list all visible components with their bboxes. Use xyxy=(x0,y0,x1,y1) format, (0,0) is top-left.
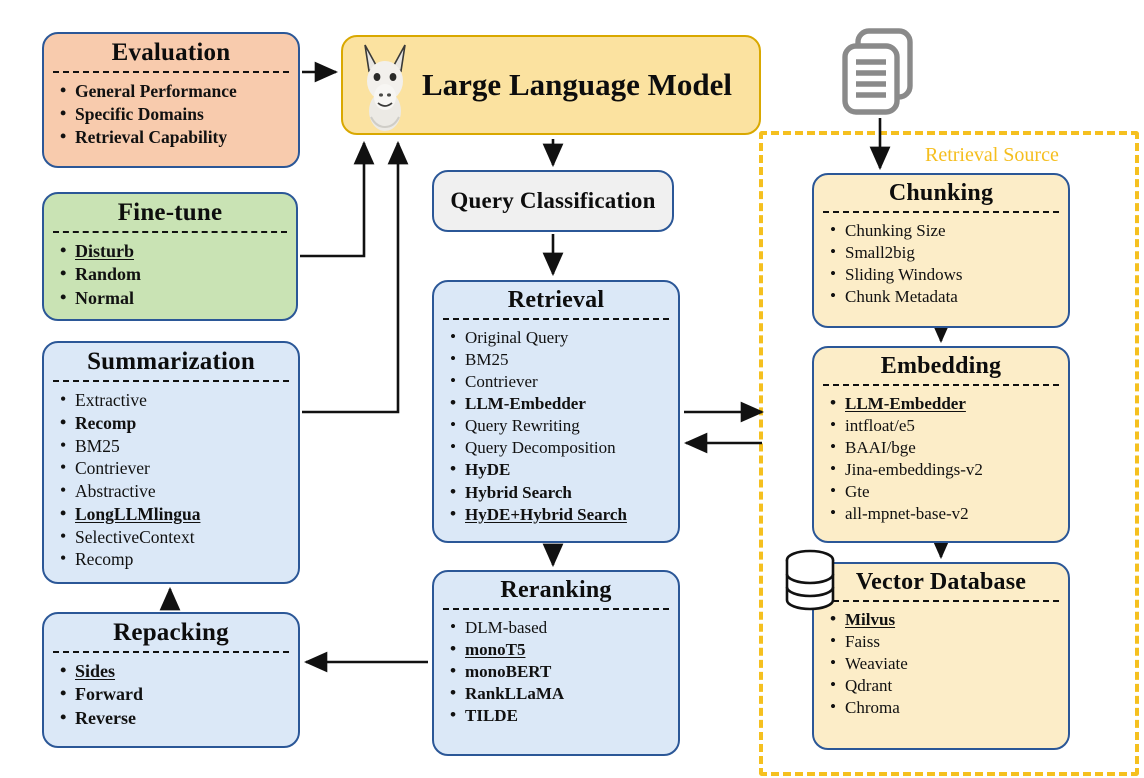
reranking-title: Reranking xyxy=(500,577,612,603)
list-item: Milvus xyxy=(828,608,1062,631)
database-cylinder-icon xyxy=(785,549,835,611)
chunking-item-list: Chunking Size Small2big Sliding Windows … xyxy=(828,219,1062,308)
llama-icon xyxy=(364,44,406,131)
list-item: Query Rewriting xyxy=(448,414,672,437)
list-item: Recomp xyxy=(58,547,292,571)
list-item: Small2big xyxy=(828,241,1062,264)
list-item: Disturb xyxy=(58,239,290,263)
documents-stack-icon xyxy=(842,28,913,115)
list-item: all-mpnet-base-v2 xyxy=(828,502,1062,525)
retrieval-title: Retrieval xyxy=(507,287,605,313)
vector-database-item-list: Milvus Faiss Weaviate Qdrant Chroma xyxy=(828,608,1062,719)
list-item: BAAI/bge xyxy=(828,436,1062,459)
list-item: monoBERT xyxy=(448,660,672,683)
summarization-item-list: Extractive Recomp BM25 Contriever Abstra… xyxy=(58,388,292,571)
evaluation-title: Evaluation xyxy=(111,39,231,66)
evaluation-box: Evaluation General Performance Specific … xyxy=(42,32,300,168)
list-item: Extractive xyxy=(58,388,292,412)
list-item: BM25 xyxy=(448,348,672,371)
list-item: HyDE+Hybrid Search xyxy=(448,503,672,526)
vector-database-title: Vector Database xyxy=(855,569,1027,595)
repacking-title: Repacking xyxy=(113,619,229,646)
retrieval-source-label: Retrieval Source xyxy=(925,144,1059,166)
list-item: Hybrid Search xyxy=(448,481,672,504)
repacking-box: Repacking Sides Forward Reverse xyxy=(42,612,300,748)
list-item: Contriever xyxy=(448,370,672,393)
list-item: DLM-based xyxy=(448,616,672,639)
repacking-item-list: Sides Forward Reverse xyxy=(58,659,292,730)
query-classification-box: Query Classification xyxy=(432,170,674,232)
diagram-canvas: Retrieval Source Evaluation • General Pe… xyxy=(0,0,1144,778)
list-item: General Performance xyxy=(58,79,292,103)
retrieval-box: Retrieval Original Query BM25 Contriever… xyxy=(432,280,680,543)
list-item: Qdrant xyxy=(828,674,1062,697)
list-item: Sliding Windows xyxy=(828,263,1062,286)
list-item: intfloat/e5 xyxy=(828,414,1062,437)
list-item: BM25 xyxy=(58,434,292,458)
list-item: Sides xyxy=(58,659,292,683)
list-item: Chunking Size xyxy=(828,219,1062,242)
list-item: Reverse xyxy=(58,706,292,730)
chunking-title: Chunking xyxy=(888,180,994,206)
list-item: Random xyxy=(58,262,290,286)
list-item: Jina-embeddings-v2 xyxy=(828,458,1062,481)
list-item: Chunk Metadata xyxy=(828,285,1062,308)
list-item: RankLLaMA xyxy=(448,682,672,705)
list-item: LLM-Embedder xyxy=(448,392,672,415)
embedding-title: Embedding xyxy=(880,353,1002,379)
list-item: Forward xyxy=(58,682,292,706)
chunking-box: Chunking Chunking Size Small2big Sliding… xyxy=(812,173,1070,328)
finetune-title: Fine-tune xyxy=(117,199,223,226)
list-item: LLM-Embedder xyxy=(828,392,1062,415)
query-classification-title: Query Classification xyxy=(450,188,656,214)
list-item: Gte xyxy=(828,480,1062,503)
retrieval-item-list: Original Query BM25 Contriever LLM-Embed… xyxy=(448,326,672,526)
list-item: Specific Domains xyxy=(58,102,292,126)
embedding-box: Embedding LLM-Embedder intfloat/e5 BAAI/… xyxy=(812,346,1070,543)
list-item: Retrieval Capability xyxy=(58,125,292,149)
summarization-box: Summarization Extractive Recomp BM25 Con… xyxy=(42,341,300,584)
list-item: monoT5 xyxy=(448,638,672,661)
list-item: Chroma xyxy=(828,696,1062,719)
list-item: Weaviate xyxy=(828,652,1062,675)
embedding-item-list: LLM-Embedder intfloat/e5 BAAI/bge Jina-e… xyxy=(828,392,1062,526)
list-item: LongLLMlingua xyxy=(58,502,292,526)
finetune-box: Fine-tune Disturb Random Normal xyxy=(42,192,298,321)
list-item: Faiss xyxy=(828,630,1062,653)
large-language-model-box: Large Language Model xyxy=(341,35,761,135)
evaluation-item-list: General Performance Specific Domains Ret… xyxy=(58,79,292,149)
finetune-item-list: Disturb Random Normal xyxy=(58,239,290,310)
list-item: Recomp xyxy=(58,411,292,435)
list-item: Contriever xyxy=(58,456,292,480)
llm-title: Large Language Model xyxy=(422,67,732,102)
summarization-title: Summarization xyxy=(87,348,255,375)
reranking-box: Reranking DLM-based monoT5 monoBERT Rank… xyxy=(432,570,680,756)
list-item: Normal xyxy=(58,286,290,310)
list-item: Abstractive xyxy=(58,479,292,503)
list-item: HyDE xyxy=(448,458,672,481)
list-item: Query Decomposition xyxy=(448,436,672,459)
list-item: SelectiveContext xyxy=(58,525,292,549)
reranking-item-list: DLM-based monoT5 monoBERT RankLLaMA TILD… xyxy=(448,616,672,727)
vector-database-box: Vector Database Milvus Faiss Weaviate Qd… xyxy=(812,562,1070,750)
list-item: TILDE xyxy=(448,704,672,727)
list-item: Original Query xyxy=(448,326,672,349)
